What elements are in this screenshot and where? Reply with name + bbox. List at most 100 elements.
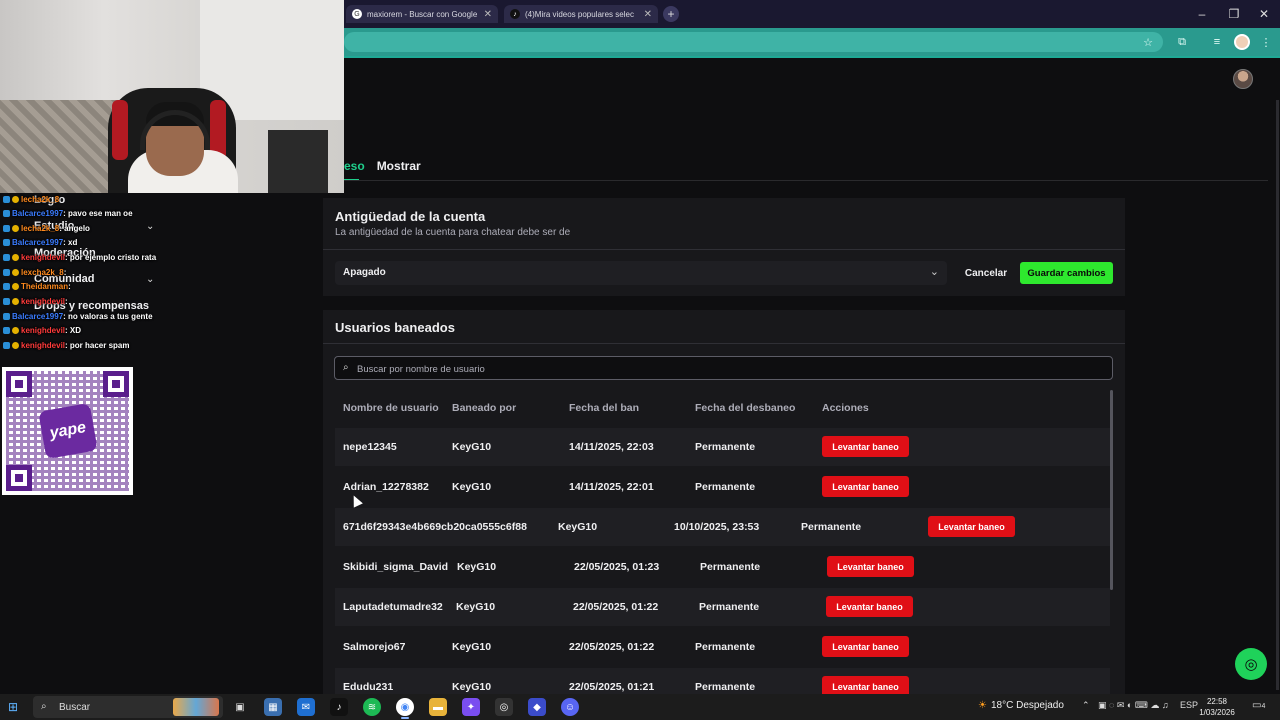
file-explorer-icon[interactable]: ▬ xyxy=(429,698,447,716)
cell-unban-date: Permanente xyxy=(699,601,760,613)
search-highlight-image xyxy=(173,698,219,716)
star-icon[interactable]: ☆ xyxy=(1140,34,1156,50)
help-button[interactable]: ◎ xyxy=(1235,648,1267,680)
cell-username: Edudu231 xyxy=(343,681,394,693)
obs-icon[interactable]: ◎ xyxy=(495,698,513,716)
tab-tiktok[interactable]: ♪ (4)Mira videos populares selec ✕ xyxy=(504,5,658,23)
chat-text: : no valoras a tus gente xyxy=(63,312,153,321)
close-icon[interactable]: ✕ xyxy=(644,9,652,20)
badge-icon xyxy=(3,313,10,320)
cell-username: Adrian_12278382 xyxy=(343,481,429,493)
tab-title: (4)Mira videos populares selec xyxy=(525,9,634,19)
cell-unban-date: Permanente xyxy=(700,561,761,573)
clock[interactable]: 22:58 1/03/2026 xyxy=(1196,696,1238,718)
screen: G maxiorem - Buscar con Google ✕ ♪ (4)Mi… xyxy=(0,0,1280,720)
weather-widget[interactable]: ☀ 18°C Despejado xyxy=(978,700,1064,711)
badge-icon xyxy=(12,283,19,290)
qr-finder xyxy=(6,465,32,491)
chevron-up-icon[interactable]: ⌃ xyxy=(1082,700,1090,711)
unban-button[interactable]: Levantar baneo xyxy=(928,516,1015,537)
menu-icon[interactable]: ⋮ xyxy=(1258,34,1274,50)
cell-unban-date: Permanente xyxy=(695,641,756,653)
tray-icons[interactable]: ▣ ◌ ✉ ◐ ⌨ ☁ ♫ xyxy=(1098,700,1169,711)
cell-ban-date: 14/11/2025, 22:03 xyxy=(569,441,654,453)
spotify-icon[interactable]: ≋ xyxy=(363,698,381,716)
unban-button[interactable]: Levantar baneo xyxy=(827,556,914,577)
weather-text: 18°C Despejado xyxy=(990,700,1064,711)
media-icon[interactable]: ≡ xyxy=(1209,34,1225,50)
cell-ban-date: 22/05/2025, 01:21 xyxy=(569,681,655,693)
close-window-icon[interactable]: ✕ xyxy=(1254,4,1274,24)
new-tab-button[interactable]: + xyxy=(663,6,679,22)
cell-username: Skibidi_sigma_David xyxy=(343,561,449,573)
taskbar-search[interactable]: ⌕ Buscar xyxy=(33,696,223,718)
chevron-down-icon[interactable]: ⌄ xyxy=(146,221,154,232)
avatar[interactable] xyxy=(1233,69,1253,89)
panel-description: La antigüedad de la cuenta para chatear … xyxy=(335,227,571,238)
cell-banned-by: KeyG10 xyxy=(452,481,492,493)
table-row: Laputadetumadre32 KeyG10 22/05/2025, 01:22… xyxy=(335,588,1110,626)
chat-text: : xyxy=(63,268,67,277)
close-icon[interactable]: ✕ xyxy=(484,9,492,20)
badge-icon xyxy=(12,327,19,334)
cell-unban-date: Permanente xyxy=(695,441,756,453)
copilot-icon[interactable]: ✦ xyxy=(462,698,480,716)
outlook-icon[interactable]: ✉ xyxy=(297,698,315,716)
notification-icon[interactable]: ▭4 xyxy=(1252,700,1265,711)
url-field[interactable] xyxy=(344,32,1163,52)
column-header-user: Nombre de usuario xyxy=(343,402,439,414)
webcam-overlay xyxy=(0,0,344,193)
task-view-icon[interactable]: ▣ xyxy=(231,698,249,716)
chrome-icon[interactable]: ◉ xyxy=(396,698,414,719)
chat-username: kenighdevil xyxy=(21,253,66,262)
cell-username: 671d6f29343e4b669cb20ca0555c6f88 xyxy=(343,521,527,533)
tab-active[interactable]: eso xyxy=(344,159,365,173)
extensions-icon[interactable]: ⧉ xyxy=(1174,34,1190,50)
chat-message: Balcarce1997: xd xyxy=(3,238,77,247)
chat-message: lexcha2k_8: xyxy=(3,268,66,277)
chat-username: Balcarce1997 xyxy=(12,312,64,321)
cancel-button[interactable]: Cancelar xyxy=(957,263,1015,283)
save-button[interactable]: Guardar cambios xyxy=(1020,262,1113,284)
windows-start-icon[interactable]: ⊞ xyxy=(8,700,22,714)
cell-ban-date: 22/05/2025, 01:22 xyxy=(569,641,655,653)
chat-username: Theidanman xyxy=(21,282,69,291)
unban-button[interactable]: Levantar baneo xyxy=(826,596,913,617)
yape-logo: yape xyxy=(38,402,98,460)
account-age-select[interactable]: Apagado ⌄ xyxy=(335,261,947,285)
store-icon[interactable]: ▦ xyxy=(264,698,282,716)
profile-avatar[interactable] xyxy=(1234,34,1250,50)
cell-username: Laputadetumadre32 xyxy=(343,601,443,613)
tab-mostrar[interactable]: Mostrar xyxy=(377,159,421,173)
column-header-by: Baneado por xyxy=(452,402,517,414)
page-scrollbar[interactable] xyxy=(1276,100,1279,690)
table-row: nepe12345 KeyG10 14/11/2025, 22:03 Permanen… xyxy=(335,428,1110,466)
unban-button[interactable]: Levantar baneo xyxy=(822,476,909,497)
badge-icon xyxy=(12,196,19,203)
badge-icon xyxy=(3,298,10,305)
webcam-stand xyxy=(268,130,328,193)
chat-username: lecha2k_8 xyxy=(21,195,60,204)
cell-unban-date: Permanente xyxy=(801,521,862,533)
tab-google[interactable]: G maxiorem - Buscar con Google ✕ xyxy=(346,5,498,23)
unban-button[interactable]: Levantar baneo xyxy=(822,636,909,657)
search-input[interactable]: ⌕ Buscar por nombre de usuario xyxy=(334,356,1113,380)
tiktok-icon: ♪ xyxy=(510,9,520,19)
table-scrollbar[interactable] xyxy=(1110,390,1113,590)
app-icon[interactable]: ◆ xyxy=(528,698,546,716)
table-row: Salmorejo67 KeyG10 22/05/2025, 01:22 Perman… xyxy=(335,628,1110,666)
discord-icon[interactable]: ☺ xyxy=(561,698,579,716)
notification-count: 4 xyxy=(1261,703,1266,710)
chat-username: Balcarce1997 xyxy=(12,238,64,247)
badge-icon xyxy=(3,239,10,246)
restore-icon[interactable]: ❐ xyxy=(1224,4,1244,24)
badge-icon xyxy=(12,298,19,305)
table-row: 671d6f29343e4b669cb20ca0555c6f88 KeyG10 10… xyxy=(335,508,1110,546)
column-header-unban-date: Fecha del desbaneo xyxy=(695,402,796,414)
minimize-icon[interactable]: – xyxy=(1192,4,1212,24)
unban-button[interactable]: Levantar baneo xyxy=(822,436,909,457)
select-value: Apagado xyxy=(343,267,386,278)
chevron-down-icon[interactable]: ⌄ xyxy=(146,274,154,285)
chat-text: : por ejemplo cristo rata xyxy=(65,253,157,262)
tiktok-icon[interactable]: ♪ xyxy=(330,698,348,716)
